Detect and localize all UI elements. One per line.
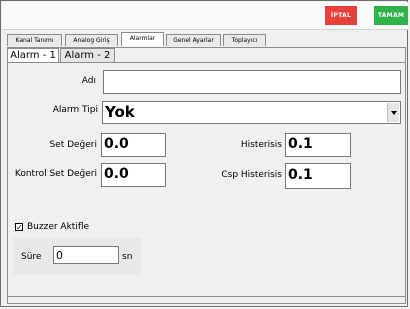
csp-hysteresis-value: 0.1: [288, 167, 313, 183]
name-label: Adı: [81, 76, 96, 86]
tab-kanal-tanimi[interactable]: Kanal Tanımı: [7, 34, 62, 46]
hysteresis-value: 0.1: [288, 136, 313, 152]
csp-hysteresis-label: Csp Histerisis: [221, 170, 282, 180]
tab-alarmlar[interactable]: Alarmlar: [121, 32, 164, 46]
subtab-alarm-2[interactable]: Alarm - 2: [60, 48, 115, 62]
tab-analog-giris[interactable]: Analog Giriş: [65, 34, 118, 46]
hysteresis-label: Histerisis: [240, 140, 282, 150]
tab-genel-ayarlar[interactable]: Genel Ayarlar: [166, 34, 221, 46]
control-set-input[interactable]: 0.0: [101, 163, 166, 187]
chevron-down-icon[interactable]: [387, 103, 399, 122]
buzzer-checkbox[interactable]: ✓: [15, 223, 23, 232]
settings-window: İPTAL TAMAM Kanal Tanımı Analog Giriş Al…: [0, 0, 408, 307]
csp-hysteresis-input[interactable]: 0.1: [285, 163, 351, 189]
duration-input[interactable]: 0: [53, 246, 119, 264]
duration-label: Süre: [21, 252, 42, 262]
tab-toplayici[interactable]: Toplayıcı: [223, 34, 266, 46]
duration-unit: sn: [122, 252, 133, 262]
alarm-type-value: Yok: [105, 103, 135, 121]
alarm-type-label: Alarm Tipi: [52, 105, 98, 115]
control-set-label: Kontrol Set Değeri: [14, 169, 97, 179]
ok-button[interactable]: TAMAM: [374, 6, 408, 25]
top-toolbar: İPTAL TAMAM: [2, 2, 408, 30]
buzzer-label[interactable]: Buzzer Aktifle: [27, 222, 89, 232]
set-value-label: Set Değeri: [49, 140, 97, 150]
name-input[interactable]: [103, 70, 401, 94]
alarm-type-select[interactable]: Yok: [102, 101, 401, 124]
cancel-button[interactable]: İPTAL: [325, 6, 357, 25]
set-value-text: 0.0: [104, 136, 129, 152]
hysteresis-input[interactable]: 0.1: [285, 133, 351, 157]
control-set-value: 0.0: [104, 166, 129, 182]
set-value-input[interactable]: 0.0: [101, 133, 166, 157]
duration-value: 0: [56, 249, 63, 262]
subtab-alarm-1[interactable]: Alarm - 1: [7, 48, 59, 62]
